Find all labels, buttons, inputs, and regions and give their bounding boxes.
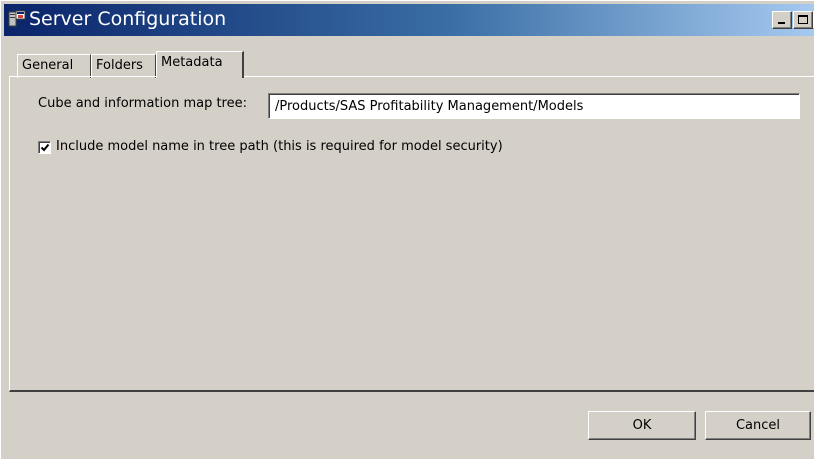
- tab-strip: General Folders Metadata: [17, 51, 317, 78]
- metadata-tab-panel: [9, 76, 814, 392]
- cancel-button[interactable]: Cancel: [705, 411, 811, 440]
- tab-general-label: General: [22, 58, 74, 73]
- tab-folders-label: Folders: [96, 58, 143, 73]
- server-configuration-dialog: Server Configuration General Folders Met…: [0, 0, 814, 459]
- tab-general[interactable]: General: [17, 54, 91, 78]
- title-bar[interactable]: Server Configuration: [4, 4, 814, 36]
- tab-folders[interactable]: Folders: [91, 54, 156, 78]
- server-config-icon: [8, 10, 26, 28]
- minimize-icon: [778, 22, 785, 24]
- tab-metadata[interactable]: Metadata: [156, 51, 244, 78]
- minimize-button[interactable]: [772, 11, 792, 29]
- maximize-button[interactable]: [793, 11, 813, 29]
- ok-button[interactable]: OK: [588, 411, 696, 440]
- window-title: Server Configuration: [29, 8, 227, 30]
- maximize-icon: [798, 15, 808, 24]
- tab-metadata-label: Metadata: [161, 55, 223, 70]
